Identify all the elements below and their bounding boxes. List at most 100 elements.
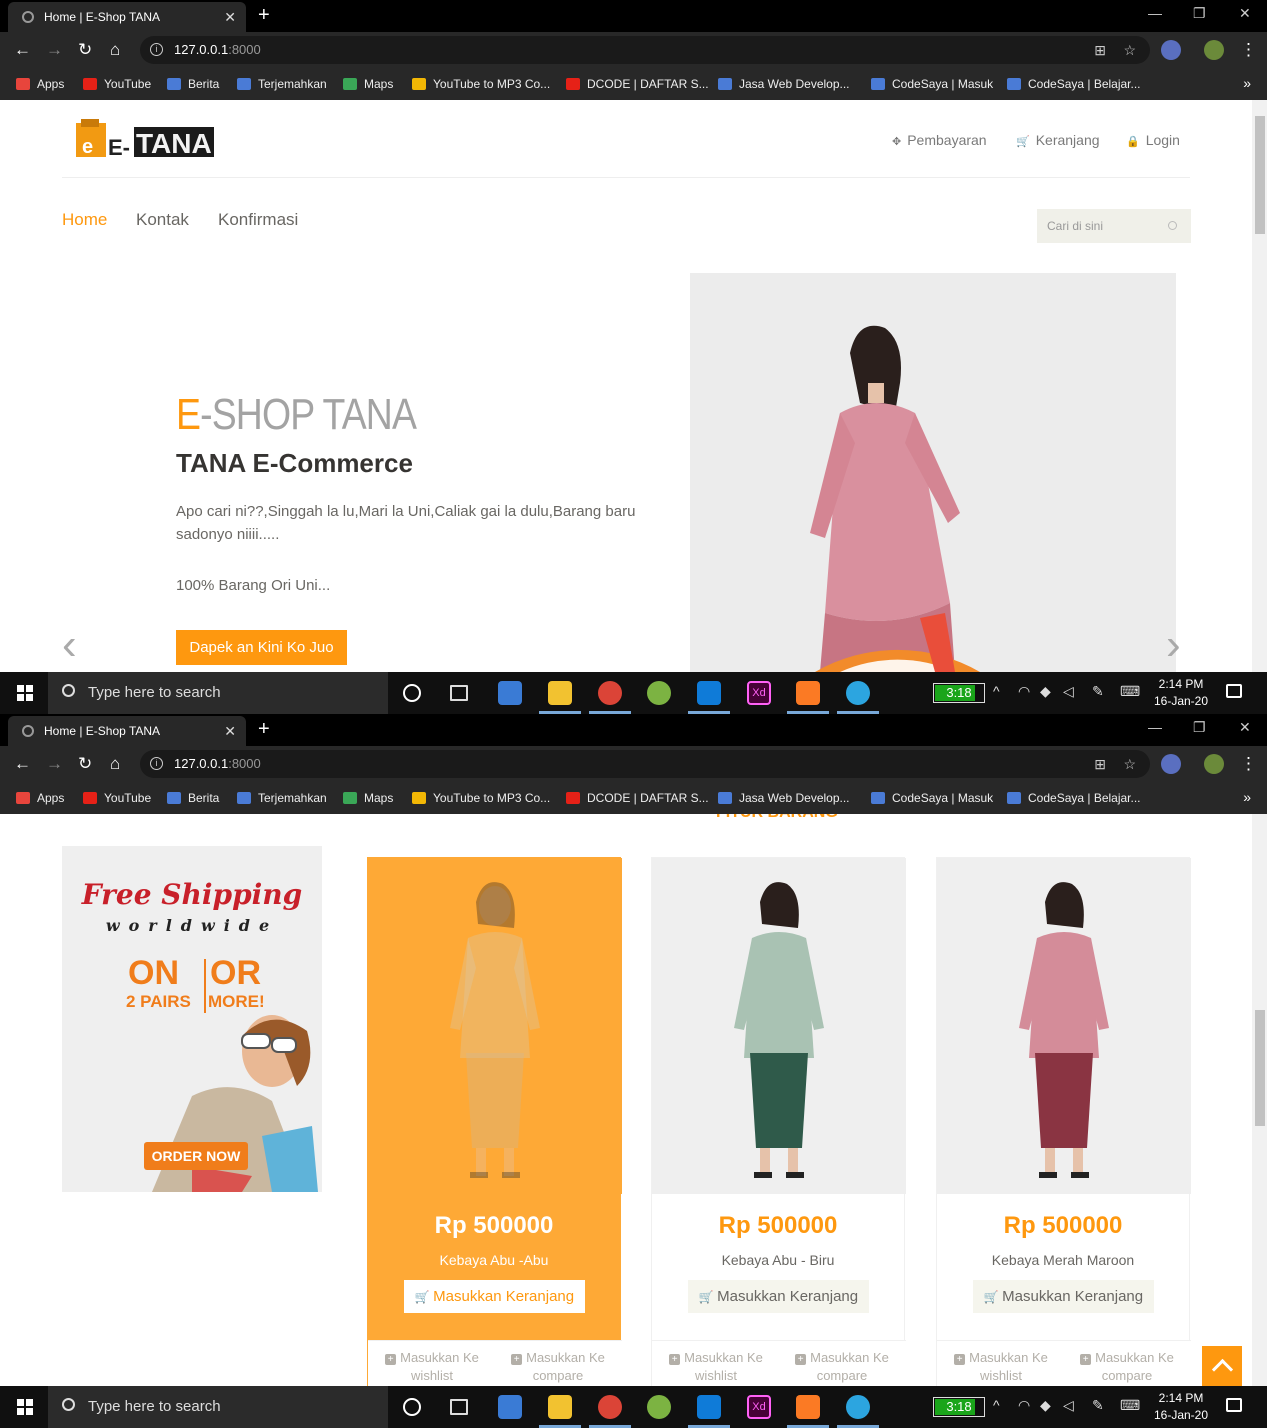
product-image[interactable] <box>368 858 622 1194</box>
info-icon[interactable]: i <box>150 757 163 770</box>
bookmark-item[interactable]: Jasa Web Develop... <box>718 791 850 805</box>
vscode-icon[interactable] <box>697 1395 721 1419</box>
product-image[interactable] <box>937 858 1191 1194</box>
new-tab-button[interactable]: + <box>258 718 270 741</box>
adobe-xd-icon[interactable]: Xd <box>747 681 771 705</box>
add-to-compare-link[interactable]: + Masukkan Ke compare <box>782 1349 902 1385</box>
pen-icon[interactable]: ✎ <box>1092 683 1104 700</box>
task-view-icon[interactable] <box>450 685 468 701</box>
bookmarks-overflow-icon[interactable]: » <box>1243 789 1251 805</box>
notification-icon[interactable] <box>1226 684 1242 698</box>
product-card[interactable]: Rp 500000 Kebaya Abu - Biru 🛒 Masukkan Ker… <box>651 857 906 1386</box>
product-card[interactable]: Rp 500000 Kebaya Abu -Abu 🛒 Masukkan Keran… <box>367 857 622 1386</box>
bookmark-item[interactable]: Apps <box>16 77 64 91</box>
close-window-icon[interactable]: ✕ <box>1239 5 1251 22</box>
translate-icon[interactable]: ⊞ <box>1094 36 1106 64</box>
bookmark-item[interactable]: Apps <box>16 791 64 805</box>
chrome-icon[interactable] <box>598 1395 622 1419</box>
menu-icon[interactable]: ⋮ <box>1240 754 1257 774</box>
adobe-xd-icon[interactable]: Xd <box>747 1395 771 1419</box>
taskbar-search-input[interactable]: Type here to search <box>48 1386 388 1428</box>
forward-icon[interactable]: → <box>46 754 63 774</box>
restore-icon[interactable]: ❐ <box>1193 5 1206 22</box>
bookmark-item[interactable]: Maps <box>343 791 393 805</box>
reload-icon[interactable]: ↻ <box>78 40 92 60</box>
bookmark-item[interactable]: YouTube to MP3 Co... <box>412 77 550 91</box>
forward-icon[interactable]: → <box>46 40 63 60</box>
address-bar[interactable]: i 127.0.0.1:8000 ⊞ ☆ <box>140 36 1150 64</box>
bookmark-item[interactable]: Berita <box>167 791 219 805</box>
hero-cta-button[interactable]: Dapek an Kini Ko Juo <box>176 630 347 665</box>
home-icon[interactable]: ⌂ <box>110 754 120 774</box>
carousel-next-icon[interactable]: › <box>1166 620 1181 670</box>
star-icon[interactable]: ☆ <box>1123 750 1136 778</box>
bookmark-item[interactable]: Terjemahkan <box>237 791 327 805</box>
bookmark-item[interactable]: CodeSaya | Belajar... <box>1007 77 1141 91</box>
back-icon[interactable]: ← <box>14 754 31 774</box>
xampp-icon[interactable] <box>796 1395 820 1419</box>
pen-icon[interactable]: ✎ <box>1092 1397 1104 1414</box>
extension-icon[interactable] <box>1161 754 1181 774</box>
dropbox-icon[interactable]: ◆ <box>1040 1397 1051 1414</box>
page-scrollbar[interactable] <box>1252 814 1267 1386</box>
add-to-cart-button[interactable]: 🛒 Masukkan Keranjang <box>973 1280 1154 1313</box>
bookmark-item[interactable]: YouTube to MP3 Co... <box>412 791 550 805</box>
add-to-cart-button[interactable]: 🛒 Masukkan Keranjang <box>404 1280 585 1313</box>
home-icon[interactable]: ⌂ <box>110 40 120 60</box>
add-to-cart-button[interactable]: 🛒 Masukkan Keranjang <box>688 1280 869 1313</box>
cortana-icon[interactable] <box>403 684 421 702</box>
restore-icon[interactable]: ❐ <box>1193 719 1206 736</box>
address-bar[interactable]: i 127.0.0.1:8000 ⊞ ☆ <box>140 750 1150 778</box>
site-logo[interactable]: e E- TANA <box>76 119 216 159</box>
bookmark-item[interactable]: Jasa Web Develop... <box>718 77 850 91</box>
info-icon[interactable]: i <box>150 43 163 56</box>
dropbox-icon[interactable]: ◆ <box>1040 683 1051 700</box>
header-link-login[interactable]: 🔒 Login <box>1126 132 1180 148</box>
translate-icon[interactable]: ⊞ <box>1094 750 1106 778</box>
bookmark-item[interactable]: Terjemahkan <box>237 77 327 91</box>
close-tab-icon[interactable]: ✕ <box>224 716 236 746</box>
minimize-icon[interactable]: — <box>1148 719 1162 735</box>
keyboard-icon[interactable]: ⌨ <box>1120 683 1140 700</box>
bookmarks-overflow-icon[interactable]: » <box>1243 75 1251 91</box>
bookmark-item[interactable]: CodeSaya | Masuk <box>871 791 993 805</box>
star-icon[interactable]: ☆ <box>1123 36 1136 64</box>
scroll-thumb[interactable] <box>1255 116 1265 234</box>
notification-icon[interactable] <box>1226 1398 1242 1412</box>
android-studio-icon[interactable] <box>647 1395 671 1419</box>
add-to-compare-link[interactable]: + Masukkan Ke compare <box>1067 1349 1187 1385</box>
extension-icon[interactable] <box>1161 40 1181 60</box>
nav-item-home[interactable]: Home <box>62 210 107 230</box>
bookmark-item[interactable]: YouTube <box>83 77 151 91</box>
bookmark-item[interactable]: CodeSaya | Masuk <box>871 77 993 91</box>
wifi-icon[interactable]: ◠ <box>1018 683 1030 700</box>
taskbar-clock[interactable]: 2:14 PM 16-Jan-20 <box>1148 1390 1214 1424</box>
bookmark-item[interactable]: DCODE | DAFTAR S... <box>566 791 709 805</box>
nav-item-konfirmasi[interactable]: Konfirmasi <box>218 210 298 230</box>
taskbar-clock[interactable]: 2:14 PM 16-Jan-20 <box>1148 676 1214 710</box>
order-now-button[interactable]: ORDER NOW <box>144 1142 248 1170</box>
search-icon[interactable] <box>1168 221 1177 230</box>
volume-icon[interactable]: ◁ <box>1063 683 1074 700</box>
file-explorer-icon[interactable] <box>548 1395 572 1419</box>
avatar[interactable] <box>1204 40 1224 60</box>
add-to-wishlist-link[interactable]: + Masukkan Ke wishlist <box>372 1349 492 1385</box>
avatar[interactable] <box>1204 754 1224 774</box>
chevron-up-icon[interactable]: ^ <box>993 1397 1000 1413</box>
search-input[interactable]: Cari di sini <box>1037 209 1191 243</box>
battery-indicator[interactable]: 3:18 <box>933 1397 985 1417</box>
minimize-icon[interactable]: — <box>1148 5 1162 21</box>
bookmark-item[interactable]: DCODE | DAFTAR S... <box>566 77 709 91</box>
android-studio-icon[interactable] <box>647 681 671 705</box>
close-window-icon[interactable]: ✕ <box>1239 719 1251 736</box>
new-tab-button[interactable]: + <box>258 4 270 27</box>
product-card[interactable]: Rp 500000 Kebaya Merah Maroon 🛒 Masukkan K… <box>936 857 1191 1386</box>
wifi-icon[interactable]: ◠ <box>1018 1397 1030 1414</box>
product-image[interactable] <box>652 858 906 1194</box>
chrome-icon[interactable] <box>598 681 622 705</box>
bookmark-item[interactable]: Berita <box>167 77 219 91</box>
menu-icon[interactable]: ⋮ <box>1240 40 1257 60</box>
windows-start-icon[interactable] <box>17 1399 33 1415</box>
bookmark-item[interactable]: Maps <box>343 77 393 91</box>
telegram-icon[interactable] <box>846 681 870 705</box>
